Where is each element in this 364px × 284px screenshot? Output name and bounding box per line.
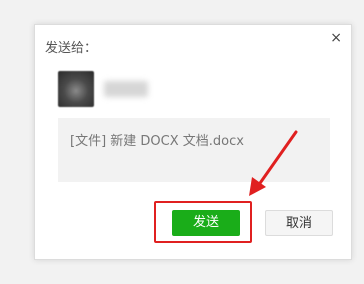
annotation-arrow-icon: [249, 130, 298, 196]
